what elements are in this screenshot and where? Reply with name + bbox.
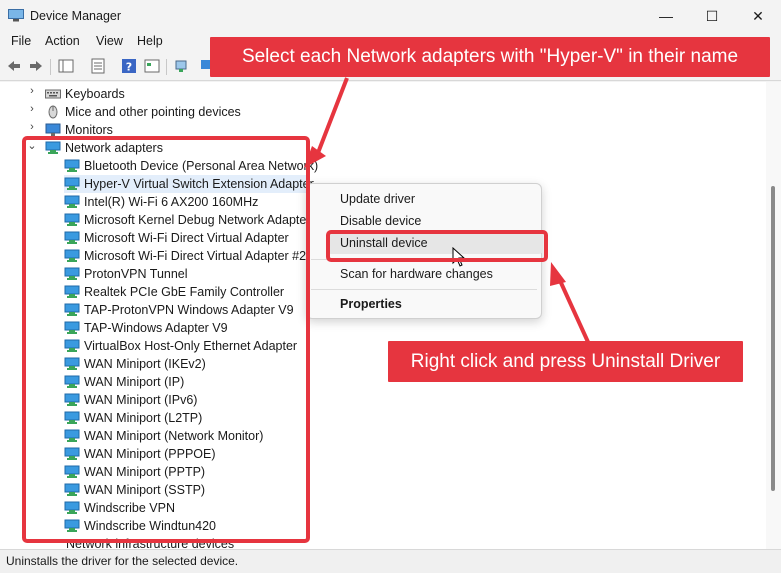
- keyboard-icon: [45, 89, 61, 99]
- chevron-right-icon[interactable]: ›: [27, 121, 37, 133]
- chevron-right-icon[interactable]: ›: [27, 85, 37, 97]
- svg-text:?: ?: [126, 61, 132, 74]
- menu-item-properties[interactable]: Properties: [340, 297, 402, 311]
- scrollbar-thumb[interactable]: [771, 186, 775, 491]
- menu-item-scan-hardware[interactable]: Scan for hardware changes: [340, 267, 493, 281]
- maximize-button[interactable]: ☐: [689, 0, 735, 32]
- mouse-icon: [48, 105, 58, 119]
- title-bar: Device Manager — ☐ ✕: [0, 0, 781, 32]
- status-text: Uninstalls the driver for the selected d…: [6, 554, 239, 568]
- callout-uninstall: Right click and press Uninstall Driver: [388, 341, 743, 382]
- minimize-button[interactable]: —: [643, 0, 689, 32]
- menu-file[interactable]: File: [11, 34, 31, 48]
- menu-item-disable-device[interactable]: Disable device: [340, 214, 421, 228]
- forward-arrow-icon[interactable]: [28, 58, 44, 74]
- device-manager-icon: [8, 9, 24, 22]
- menu-action[interactable]: Action: [45, 34, 80, 48]
- menu-view[interactable]: View: [96, 34, 123, 48]
- show-hide-tree-icon[interactable]: [58, 58, 74, 74]
- callout-select-adapters: Select each Network adapters with "Hyper…: [210, 37, 770, 77]
- view-icon[interactable]: [144, 58, 160, 74]
- vertical-scrollbar[interactable]: [766, 82, 781, 549]
- status-bar: Uninstalls the driver for the selected d…: [0, 549, 781, 573]
- chevron-right-icon[interactable]: ›: [27, 103, 37, 115]
- menu-item-update-driver[interactable]: Update driver: [340, 192, 415, 206]
- properties-icon[interactable]: [90, 58, 106, 74]
- monitor-icon: [45, 123, 61, 136]
- menu-help[interactable]: Help: [137, 34, 163, 48]
- scan-hardware-icon[interactable]: [174, 58, 190, 74]
- help-icon[interactable]: ?: [121, 58, 137, 74]
- annotation-box-adapters: [22, 136, 310, 543]
- back-arrow-icon[interactable]: [6, 58, 22, 74]
- window-title: Device Manager: [30, 9, 122, 23]
- close-button[interactable]: ✕: [735, 0, 781, 32]
- annotation-box-uninstall: [326, 230, 548, 262]
